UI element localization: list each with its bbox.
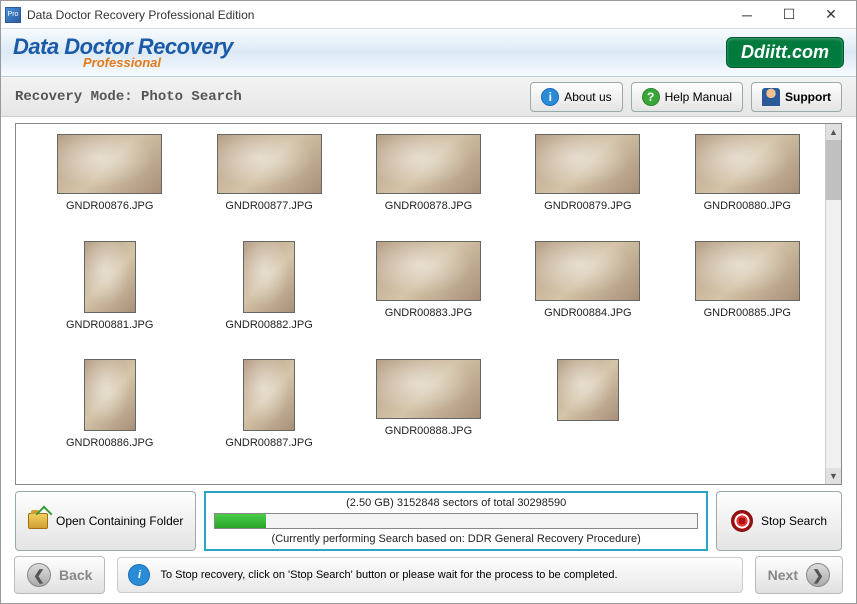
content: GNDR00876.JPG GNDR00877.JPG GNDR00878.JPG G… (1, 117, 856, 557)
thumbnail-image (376, 359, 481, 419)
thumbnail-filename: GNDR00876.JPG (66, 200, 153, 212)
window-controls: ─ ☐ ✕ (726, 2, 852, 28)
minimize-button[interactable]: ─ (726, 2, 768, 28)
thumbnail-image (535, 134, 640, 194)
next-button[interactable]: Next ❯ (755, 556, 843, 594)
chevron-left-icon: ❮ (27, 563, 51, 587)
thumbnail-filename: GNDR00885.JPG (704, 307, 791, 319)
mode-bar: Recovery Mode: Photo Search i About us ?… (1, 77, 856, 117)
brand: Data Doctor Recovery Professional (13, 36, 233, 69)
thumbnail-cell[interactable]: GNDR00880.JPG (670, 134, 825, 237)
titlebar: Pro Data Doctor Recovery Professional Ed… (1, 1, 856, 29)
back-label: Back (59, 567, 92, 583)
info-icon: i (128, 564, 150, 586)
about-label: About us (564, 90, 611, 104)
thumbnail-cell[interactable]: GNDR00881.JPG (32, 241, 187, 356)
thumbnail-image (217, 134, 322, 194)
thumbnail-image (84, 359, 136, 431)
thumbnail-image (243, 241, 295, 313)
info-strip: i To Stop recovery, click on 'Stop Searc… (117, 557, 742, 593)
thumbnail-cell[interactable]: GNDR00879.JPG (510, 134, 665, 237)
site-badge: Ddiitt.com (726, 37, 844, 68)
thumbnail-cell[interactable]: GNDR00887.JPG (191, 359, 346, 474)
help-label: Help Manual (665, 90, 732, 104)
thumbnail-cell[interactable]: GNDR00882.JPG (191, 241, 346, 356)
open-folder-button[interactable]: Open Containing Folder (15, 491, 196, 551)
thumbnail-cell[interactable]: GNDR00885.JPG (670, 241, 825, 356)
thumbnail-image (84, 241, 136, 313)
thumbnail-filename: GNDR00888.JPG (385, 425, 472, 437)
scrollbar[interactable]: ▲ ▼ (825, 124, 841, 484)
thumbnail-cell[interactable]: GNDR00883.JPG (351, 241, 506, 356)
thumbnail-filename: GNDR00884.JPG (544, 307, 631, 319)
thumbnail-cell[interactable]: GNDR00877.JPG (191, 134, 346, 237)
thumbnail-filename: GNDR00887.JPG (225, 437, 312, 449)
recovery-mode-label: Recovery Mode: Photo Search (15, 89, 522, 105)
thumbnail-filename: GNDR00886.JPG (66, 437, 153, 449)
thumbnail-image (535, 241, 640, 301)
thumbnail-grid: GNDR00876.JPG GNDR00877.JPG GNDR00878.JPG G… (16, 124, 841, 484)
thumbnail-filename: GNDR00879.JPG (544, 200, 631, 212)
thumbnail-filename: GNDR00881.JPG (66, 319, 153, 331)
thumbnail-cell[interactable]: GNDR00876.JPG (32, 134, 187, 237)
thumbnail-cell[interactable]: GNDR00878.JPG (351, 134, 506, 237)
thumbnail-cell[interactable]: GNDR00884.JPG (510, 241, 665, 356)
thumbnail-image (695, 134, 800, 194)
thumbnail-image (557, 359, 619, 421)
progress-subtext: (Currently performing Search based on: D… (272, 533, 641, 545)
window-title: Data Doctor Recovery Professional Editio… (27, 8, 726, 22)
chevron-right-icon: ❯ (806, 563, 830, 587)
thumbnail-cell[interactable]: GNDR00886.JPG (32, 359, 187, 474)
help-icon: ? (642, 88, 660, 106)
help-button[interactable]: ? Help Manual (631, 82, 743, 112)
person-icon (762, 88, 780, 106)
close-button[interactable]: ✕ (810, 2, 852, 28)
progress-box: (2.50 GB) 3152848 sectors of total 30298… (204, 491, 708, 551)
thumbnail-panel: GNDR00876.JPG GNDR00877.JPG GNDR00878.JPG G… (15, 123, 842, 485)
thumbnail-image (376, 134, 481, 194)
maximize-button[interactable]: ☐ (768, 2, 810, 28)
info-icon: i (541, 88, 559, 106)
support-label: Support (785, 90, 831, 104)
thumbnail-image (376, 241, 481, 301)
stop-icon (731, 510, 753, 532)
scroll-down-button[interactable]: ▼ (826, 468, 841, 484)
open-folder-label: Open Containing Folder (56, 514, 183, 528)
app-icon: Pro (5, 7, 21, 23)
about-button[interactable]: i About us (530, 82, 622, 112)
thumbnail-image (243, 359, 295, 431)
stop-search-button[interactable]: Stop Search (716, 491, 842, 551)
thumbnail-filename: GNDR00878.JPG (385, 200, 472, 212)
scroll-up-button[interactable]: ▲ (826, 124, 841, 140)
thumbnail-image (57, 134, 162, 194)
folder-icon (28, 513, 48, 529)
progress-fill (215, 514, 265, 528)
thumbnail-cell[interactable] (510, 359, 665, 474)
tip-text: To Stop recovery, click on 'Stop Search'… (160, 569, 617, 581)
scroll-thumb[interactable] (826, 140, 841, 200)
stop-label: Stop Search (761, 514, 827, 528)
next-label: Next (768, 567, 798, 583)
thumbnail-filename: GNDR00880.JPG (704, 200, 791, 212)
thumbnail-image (695, 241, 800, 301)
support-button[interactable]: Support (751, 82, 842, 112)
thumbnail-filename: GNDR00883.JPG (385, 307, 472, 319)
thumbnail-filename: GNDR00877.JPG (225, 200, 312, 212)
progress-bar (214, 513, 698, 529)
progress-row: Open Containing Folder (2.50 GB) 3152848… (15, 491, 842, 551)
back-button[interactable]: ❮ Back (14, 556, 105, 594)
thumbnail-filename: GNDR00882.JPG (225, 319, 312, 331)
thumbnail-cell[interactable]: GNDR00888.JPG (351, 359, 506, 474)
footer: ❮ Back i To Stop recovery, click on 'Sto… (14, 556, 843, 594)
progress-text: (2.50 GB) 3152848 sectors of total 30298… (346, 497, 566, 509)
banner: Data Doctor Recovery Professional Ddiitt… (1, 29, 856, 77)
